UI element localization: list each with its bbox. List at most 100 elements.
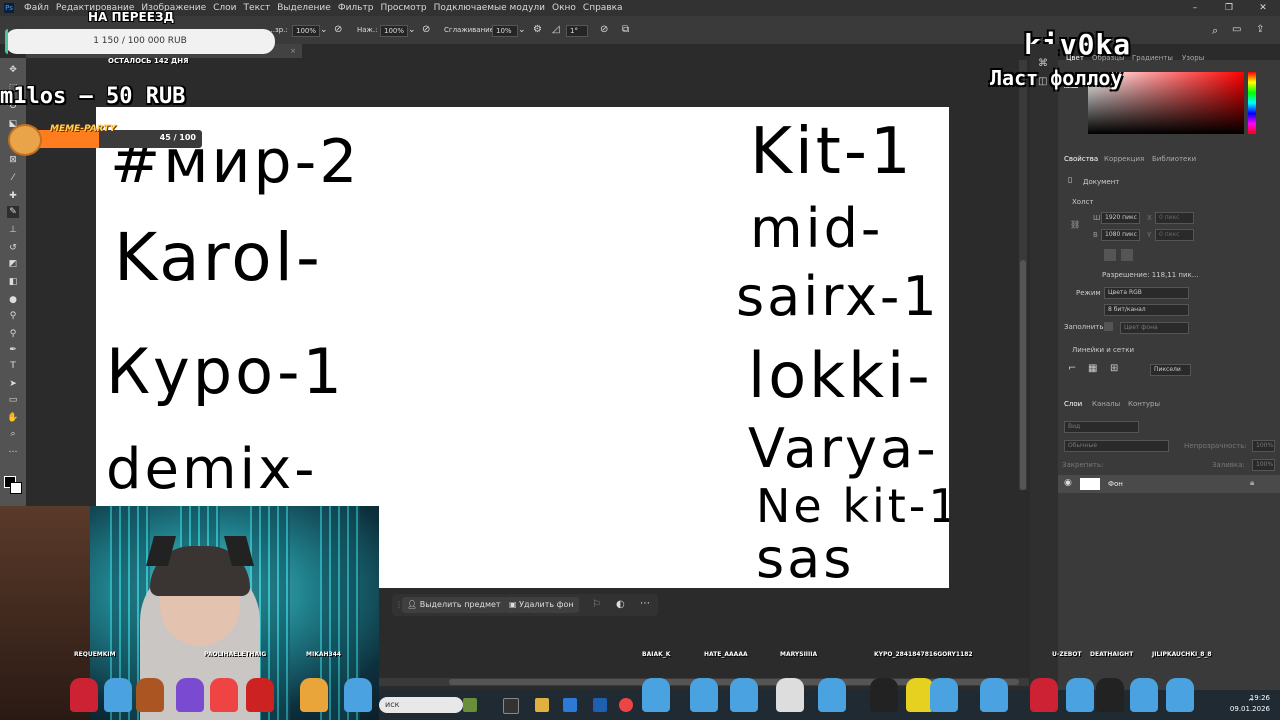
hand-tool-icon[interactable]: ✋: [7, 412, 19, 424]
height-input[interactable]: 1080 пикс: [1101, 229, 1140, 241]
background-color-swatch[interactable]: [10, 482, 22, 494]
vertical-scrollbar[interactable]: [1019, 60, 1027, 490]
frame-tool-icon[interactable]: ⊠: [7, 154, 19, 166]
zoom-tool-icon[interactable]: ⌕: [7, 428, 19, 440]
menu-select[interactable]: Выделение: [277, 0, 331, 16]
portrait-icon[interactable]: [1104, 249, 1116, 261]
tab-color[interactable]: Цвет: [1066, 54, 1084, 62]
file-explorer-icon[interactable]: [535, 698, 549, 712]
remove-background-button[interactable]: ▣ Удалить фон: [504, 597, 579, 613]
menu-layers[interactable]: Слои: [213, 0, 236, 16]
caret-down-icon[interactable]: ⌄: [408, 25, 416, 35]
eye-icon[interactable]: ◉: [1064, 478, 1072, 488]
taskbar-search-input[interactable]: иск: [379, 697, 463, 713]
width-input[interactable]: 1920 пикс: [1101, 212, 1140, 224]
tab-swatches[interactable]: Образцы: [1092, 54, 1125, 62]
share-icon[interactable]: ⇪: [1256, 24, 1264, 35]
select-subject-button[interactable]: 👤︎ Выделить предмет: [402, 597, 506, 613]
mode-select[interactable]: Цвета RGB: [1104, 287, 1189, 299]
tab-close-icon[interactable]: ×: [290, 44, 296, 58]
landscape-icon[interactable]: [1121, 249, 1133, 261]
pressure-input[interactable]: 100%: [380, 25, 408, 37]
symmetry-icon[interactable]: ⧉: [622, 24, 629, 35]
tab-paths[interactable]: Контуры: [1128, 400, 1160, 408]
angle-input[interactable]: 1°: [566, 25, 588, 37]
eraser-tool-icon[interactable]: ◩: [7, 258, 19, 270]
path-select-tool-icon[interactable]: ➤: [7, 378, 19, 390]
workspace-icon[interactable]: ▭: [1232, 24, 1241, 35]
menu-text[interactable]: Текст: [244, 0, 271, 16]
pressure-size-icon[interactable]: ⊘: [600, 24, 608, 35]
outlook-icon[interactable]: [593, 698, 607, 712]
search-icon[interactable]: ⌕: [1212, 24, 1218, 38]
smoothing-input[interactable]: 10%: [492, 25, 518, 37]
tab-patterns[interactable]: Узоры: [1182, 54, 1204, 62]
type-tool-icon[interactable]: T: [7, 360, 19, 372]
guides-icon[interactable]: ⊞: [1110, 363, 1118, 374]
x-input[interactable]: 0 пикс: [1155, 212, 1194, 224]
caret-down-icon[interactable]: ⌄: [518, 25, 526, 35]
more-tools-icon[interactable]: …: [7, 444, 19, 456]
stamp-tool-icon[interactable]: ⊥: [7, 224, 19, 236]
smudge-tool-icon[interactable]: ⚲: [7, 328, 19, 340]
grid-icon[interactable]: ▦: [1088, 363, 1097, 374]
layer-opacity-input[interactable]: 100%: [1252, 440, 1275, 452]
units-select[interactable]: Пиксели: [1150, 364, 1191, 376]
history-brush-icon[interactable]: ↺: [7, 242, 19, 254]
menu-view[interactable]: Просмотр: [380, 0, 426, 16]
canvas-section-title[interactable]: Холст: [1072, 198, 1093, 206]
task-view-icon[interactable]: [503, 698, 519, 714]
menu-help[interactable]: Справка: [583, 0, 623, 16]
ruler-icon[interactable]: ⌐: [1068, 363, 1076, 374]
opacity-input[interactable]: 100%: [292, 25, 320, 37]
airbrush-pressure-icon[interactable]: ⊘: [334, 24, 342, 35]
dodge-tool-icon[interactable]: ⚲: [7, 310, 19, 322]
chatter-name: JILIPKAUCHKI_8_8: [1152, 651, 1212, 658]
move-tool-icon[interactable]: ✥: [7, 64, 19, 76]
blur-tool-icon[interactable]: ●: [7, 294, 19, 306]
rulers-section-title[interactable]: Линейки и сетки: [1072, 346, 1134, 354]
angle-icon[interactable]: ◿: [552, 24, 560, 35]
healing-tool-icon[interactable]: ✚: [7, 190, 19, 202]
blend-mode-select[interactable]: Обычные: [1064, 440, 1169, 452]
eyedropper-tool-icon[interactable]: ⁄: [7, 172, 19, 184]
flag-icon[interactable]: ⚐: [592, 599, 601, 610]
menu-file[interactable]: Файл: [24, 0, 49, 16]
menu-filter[interactable]: Фильтр: [338, 0, 374, 16]
store-icon[interactable]: [563, 698, 577, 712]
tab-channels[interactable]: Каналы: [1092, 400, 1120, 408]
mask-icon[interactable]: ◐: [616, 599, 625, 610]
restore-icon[interactable]: ❐: [1212, 0, 1246, 16]
gradient-tool-icon[interactable]: ◧: [7, 276, 19, 288]
tab-properties[interactable]: Свойства: [1064, 155, 1098, 163]
photoshop-logo-icon[interactable]: Ps: [4, 3, 14, 13]
tab-adjustments[interactable]: Коррекция: [1104, 155, 1144, 163]
layer-search-input[interactable]: Вид: [1064, 421, 1139, 433]
taskbar-clock[interactable]: 19:26 09.01.2026: [1230, 693, 1270, 715]
more-options-icon[interactable]: ⋯: [640, 598, 650, 609]
rectangle-tool-icon[interactable]: ▭: [7, 394, 19, 406]
pen-tool-icon[interactable]: ✒: [7, 344, 19, 356]
depth-select[interactable]: 8 бит/канал: [1104, 304, 1189, 316]
layer-row[interactable]: ◉ Фон 🔒︎: [1058, 475, 1280, 493]
gear-icon[interactable]: ⚙: [533, 24, 542, 35]
brush-tool-icon[interactable]: ✎: [7, 206, 19, 218]
tab-layers[interactable]: Слои: [1064, 400, 1082, 408]
link-icon[interactable]: ⛓: [1070, 220, 1080, 229]
layer-fill-input[interactable]: 100%: [1252, 459, 1275, 471]
airbrush-icon[interactable]: ⊘: [422, 24, 430, 35]
chrome-icon[interactable]: [619, 698, 633, 712]
caret-down-icon[interactable]: ⌄: [320, 25, 328, 35]
y-input[interactable]: 0 пикс: [1155, 229, 1194, 241]
minimize-icon[interactable]: –: [1178, 0, 1212, 16]
close-icon[interactable]: ✕: [1246, 0, 1280, 16]
fill-select[interactable]: Цвет фона: [1120, 322, 1189, 334]
app-icon[interactable]: [463, 698, 477, 712]
scroll-thumb[interactable]: [1020, 260, 1026, 490]
tab-libraries[interactable]: Библиотеки: [1152, 155, 1196, 163]
tab-gradients[interactable]: Градиенты: [1132, 54, 1173, 62]
menu-plugins[interactable]: Подключаемые модули: [434, 0, 545, 16]
fill-swatch[interactable]: [1104, 322, 1113, 331]
hue-slider[interactable]: [1248, 72, 1256, 134]
menu-window[interactable]: Окно: [552, 0, 576, 16]
